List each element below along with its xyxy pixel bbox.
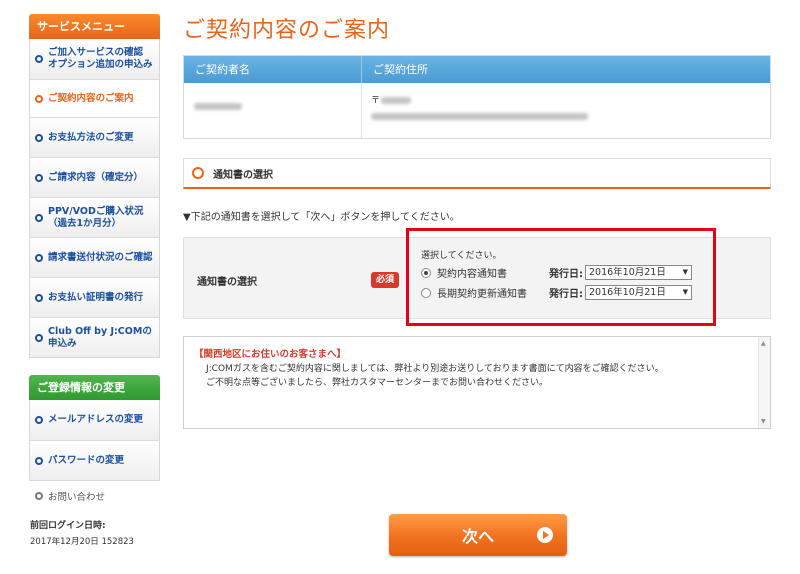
redacted-address: [371, 113, 588, 120]
instruction-text: ▼下記の通知書を選択して「次へ」ボタンを押してください。: [183, 212, 460, 223]
sidebar-item-contract-info[interactable]: ご契約内容のご案内: [30, 79, 159, 117]
sidebar-item-club-off[interactable]: Club Off by J:COMの 申込み: [30, 317, 159, 357]
sidebar-item-password-change[interactable]: パスワードの変更: [30, 440, 159, 480]
required-badge: 必須: [371, 272, 399, 288]
circle-bullet-icon: [35, 55, 43, 63]
circle-bullet-icon: [35, 133, 43, 142]
notice-line: ご不明な点等ございましたら、弊社カスタマーセンターまでお問い合わせください。: [206, 378, 549, 388]
sidebar-item-invoice-status[interactable]: 請求書送付状況のご確認: [30, 237, 159, 277]
sidebar-item-label: Club Off by J:COMの 申込み: [48, 325, 152, 349]
radio-contract-notice[interactable]: [421, 267, 431, 278]
issue-date-value: 2016年10月21日: [589, 267, 666, 278]
section-title: 通知書の選択: [213, 169, 273, 181]
circle-bullet-icon: [35, 293, 43, 302]
option-label[interactable]: 長期契約更新通知書: [437, 285, 549, 300]
notice-selection-section: 通知書の選択: [183, 158, 771, 189]
dropdown-arrow-icon: ▼: [682, 268, 688, 276]
table-row: 〒: [184, 83, 770, 138]
circle-bullet-icon: [35, 253, 43, 262]
registration-header: ご登録情報の変更: [29, 375, 160, 400]
sidebar-item-label: PPV/VODご購入状況 （過去1か月分）: [48, 205, 144, 229]
dropdown-arrow-icon: ▼: [682, 288, 688, 296]
notice-textarea[interactable]: 【関西地区にお住いのお客さまへ】 J:COMガスを含むご契約内容に関しましては、…: [183, 336, 771, 429]
sidebar-item-label: パスワードの変更: [48, 454, 125, 466]
play-arrow-icon: [537, 527, 553, 543]
circle-bullet-icon: [35, 94, 43, 103]
service-menu-list: ご加入サービスの確認 オプション追加の申込み ご契約内容のご案内 お支払方法のご…: [29, 39, 160, 358]
select-prompt: 選択してください。: [421, 251, 502, 261]
sidebar-item-service-confirm[interactable]: ご加入サービスの確認 オプション追加の申込み: [30, 39, 159, 79]
sidebar-item-billing[interactable]: ご請求内容（確定分）: [30, 157, 159, 197]
circle-bullet-icon: [35, 333, 43, 342]
scrollbar[interactable]: ▲ ▼: [758, 337, 770, 428]
sidebar-item-label: お支払い証明書の発行: [48, 291, 144, 303]
sidebar-item-label: メールアドレスの変更: [48, 414, 144, 425]
sidebar-item-label: ご契約内容のご案内: [48, 92, 134, 104]
issue-date-label: 発行日:: [549, 289, 583, 300]
contract-info-table: ご契約者名 ご契約住所 〒: [183, 55, 771, 139]
circle-bullet-icon: [35, 492, 43, 500]
circle-bullet-icon: [35, 416, 43, 424]
contact-label: お問い合わせ: [48, 492, 106, 503]
contact-link[interactable]: お問い合わせ: [35, 489, 105, 503]
issue-date-select[interactable]: 2016年10月21日 ▼: [585, 285, 692, 300]
sidebar-item-payment-method[interactable]: お支払方法のご変更: [30, 117, 159, 157]
next-button[interactable]: 次へ: [389, 514, 567, 556]
sidebar-item-label: ご加入サービスの確認 オプション追加の申込み: [48, 47, 153, 70]
last-login-label: 前回ログイン日時:: [30, 521, 106, 531]
notice-line: J:COMガスを含むご契約内容に関しましては、弊社より別途お送りしております書面…: [206, 364, 664, 374]
issue-date-value: 2016年10月21日: [589, 287, 666, 298]
contract-address-cell: 〒: [362, 83, 770, 138]
contractor-name-cell: [184, 83, 362, 138]
issue-date-label: 発行日:: [549, 269, 583, 280]
service-menu-header: サービスメニュー: [29, 14, 160, 39]
page-title: ご契約内容のご案内: [183, 18, 391, 43]
select-label: 通知書の選択: [197, 277, 257, 288]
issue-date-select[interactable]: 2016年10月21日 ▼: [585, 265, 692, 280]
registration-list: メールアドレスの変更 パスワードの変更: [29, 400, 160, 481]
contract-address-header: ご契約住所: [373, 63, 428, 76]
last-login-value: 2017年12月20日 152823: [30, 537, 134, 547]
next-button-label: 次へ: [461, 527, 494, 546]
sidebar: サービスメニュー ご加入サービスの確認 オプション追加の申込み ご契約内容のご案…: [29, 14, 160, 481]
postal-mark: 〒: [371, 96, 381, 106]
redacted-postal-code: [381, 97, 411, 104]
option-row-contract-notice: 契約内容通知書 発行日: 2016年10月21日 ▼: [421, 265, 692, 280]
option-label[interactable]: 契約内容通知書: [437, 265, 549, 280]
notice-title: 【関西地区にお住いのお客さまへ】: [194, 349, 347, 360]
circle-bullet-icon: [35, 173, 43, 182]
scroll-up-icon[interactable]: ▲: [761, 340, 766, 347]
sidebar-item-payment-certificate[interactable]: お支払い証明書の発行: [30, 277, 159, 317]
sidebar-item-label: 請求書送付状況のご確認: [48, 251, 153, 263]
scroll-down-icon[interactable]: ▼: [761, 418, 766, 425]
redacted-name: [194, 103, 242, 110]
option-row-renewal-notice: 長期契約更新通知書 発行日: 2016年10月21日 ▼: [421, 285, 692, 300]
circle-bullet-icon: [35, 213, 43, 222]
circle-bullet-icon: [35, 456, 43, 465]
sidebar-item-label: ご請求内容（確定分）: [48, 171, 144, 183]
contractor-name-header: ご契約者名: [184, 56, 362, 83]
sidebar-item-email-change[interactable]: メールアドレスの変更: [30, 400, 159, 440]
sidebar-item-label: お支払方法のご変更: [48, 131, 134, 143]
table-header: ご契約者名 ご契約住所: [184, 56, 770, 83]
radio-renewal-notice[interactable]: [421, 287, 431, 298]
circle-bullet-icon: [192, 167, 204, 179]
sidebar-item-ppv-vod[interactable]: PPV/VODご購入状況 （過去1か月分）: [30, 197, 159, 237]
